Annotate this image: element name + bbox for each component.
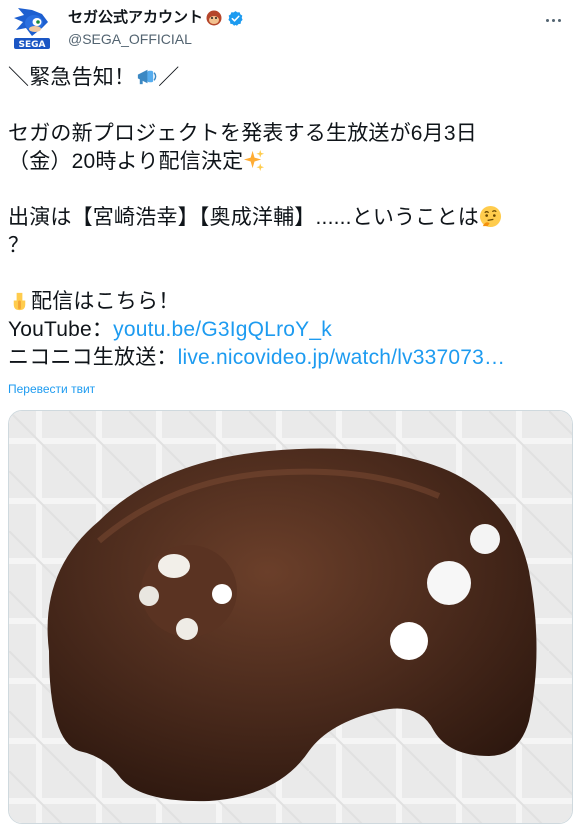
- avatar[interactable]: SEGA: [12, 6, 52, 50]
- sonic-face-emoji-icon: [206, 10, 222, 26]
- tweet-image[interactable]: [8, 410, 573, 824]
- more-dot: [557, 18, 561, 22]
- performers-text: 出演は【宮崎浩幸】【奥成洋輔】......ということは: [8, 206, 479, 229]
- verified-badge-icon: [228, 10, 243, 26]
- text-line-1: ＼緊急告知！ ／: [8, 64, 580, 92]
- stream-here-text: 配信はこちら！: [31, 290, 180, 313]
- youtube-label: YouTube：: [8, 318, 114, 341]
- sonic-avatar-icon: SEGA: [14, 8, 50, 50]
- nico-label: ニコニコ生放送：: [8, 346, 178, 369]
- author-handle[interactable]: @SEGA_OFFICIAL: [68, 30, 244, 48]
- announcement-text: ＼緊急告知！: [8, 66, 136, 89]
- nico-line: ニコニコ生放送：live.nicovideo.jp/watch/lv337073…: [8, 344, 580, 372]
- more-dot: [551, 18, 555, 22]
- text-line-4: 出演は【宮崎浩幸】【奥成洋輔】......ということは: [8, 204, 580, 232]
- text-line-2: セガの新プロジェクトを発表する生放送が6月3日: [8, 122, 477, 145]
- author-name[interactable]: セガ公式アカウント: [68, 8, 203, 28]
- tweet-card: SEGA セガ公式アカウント @SEGA_OFFICIAL ＼緊急告知！ ／ セ…: [0, 0, 587, 837]
- announcement-end: ／: [158, 66, 180, 89]
- more-options-button[interactable]: [541, 10, 565, 30]
- more-dot: [545, 18, 549, 22]
- author-block: セガ公式アカウント @SEGA_OFFICIAL: [68, 8, 244, 48]
- sparkles-icon: [244, 149, 265, 172]
- pointing-down-icon: [13, 292, 26, 311]
- tweet-header: SEGA セガ公式アカウント @SEGA_OFFICIAL: [8, 6, 579, 52]
- youtube-link[interactable]: youtu.be/G3IgQLroY_k: [113, 318, 332, 341]
- name-row: セガ公式アカウント: [68, 8, 244, 28]
- text-line-6: 配信はこちら！: [8, 288, 580, 316]
- broadcast-date-text: （金）20時より配信決定: [8, 150, 244, 173]
- megaphone-icon: [138, 69, 157, 85]
- nico-link[interactable]: live.nicovideo.jp/watch/lv337073…: [178, 346, 506, 369]
- svg-text:SEGA: SEGA: [19, 40, 46, 50]
- text-line-5: ？: [8, 234, 30, 257]
- chocolate-pastry-image: [9, 411, 572, 823]
- text-line-3: （金）20時より配信決定: [8, 148, 580, 176]
- translate-tweet-link[interactable]: Перевести твит: [8, 382, 95, 396]
- youtube-line: YouTube：youtu.be/G3IgQLroY_k: [8, 316, 580, 344]
- thinking-face-icon: [479, 205, 501, 228]
- tweet-text: ＼緊急告知！ ／ セガの新プロジェクトを発表する生放送が6月3日 （金）20時よ…: [8, 64, 580, 372]
